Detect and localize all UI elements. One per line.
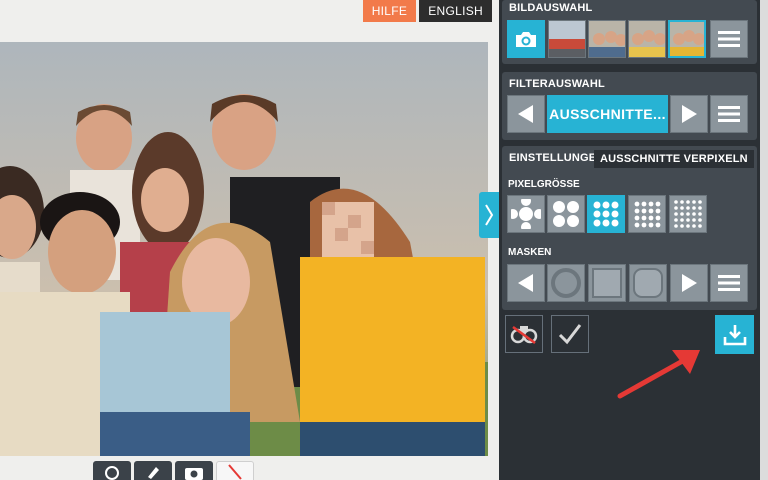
camera-upload-button[interactable] [507,20,545,58]
pencil-icon [148,467,159,479]
camera-tool-button[interactable] [175,461,213,480]
filter-prev-button[interactable] [507,95,545,133]
mask-next-button[interactable] [670,264,708,302]
collapse-panel-tab[interactable] [479,192,499,238]
bottom-toolbar [93,461,254,480]
pixel-size-option-2[interactable] [547,195,585,233]
rotate-tool-button[interactable] [93,461,131,480]
image-thumb-4[interactable] [668,20,706,58]
hamburger-icon [718,31,740,47]
camera-icon [516,32,536,47]
triangle-right-icon [682,274,697,292]
pixel-size-title: PIXELGRÖSSE [508,179,580,190]
rotate-icon [105,466,119,480]
triangle-left-icon [518,105,533,123]
mask-square-button[interactable] [588,264,626,302]
canvas-area: HILFE ENGLISH [0,0,500,480]
clear-tool-button[interactable] [216,461,254,480]
dot-grid-icon [674,200,702,228]
top-buttons: HILFE ENGLISH [362,0,492,22]
triangle-right-icon [682,105,697,123]
mask-prev-button[interactable] [507,264,545,302]
checkmark-icon [558,324,582,345]
edit-tool-button[interactable] [134,461,172,480]
filter-current-button[interactable]: AUSSCHNITTE... [547,95,668,133]
help-button[interactable]: HILFE [362,0,417,22]
annotation-arrow [617,350,700,399]
dot-grid-icon [553,201,579,227]
camera-icon [185,468,203,480]
pixel-size-option-5[interactable] [669,195,707,233]
filter-selection-title: FILTERAUSWAHL [509,78,605,90]
image-menu-button[interactable] [710,20,748,58]
remove-button[interactable] [505,315,543,353]
image-thumb-3[interactable] [628,20,666,58]
settings-mode-badge: AUSSCHNITTE VERPIXELN [594,150,754,168]
scrollbar[interactable] [760,0,768,480]
square-mask-icon [592,268,622,298]
image-selection-title: BILDAUSWAHL [509,2,593,14]
pixel-size-option-1[interactable] [507,195,545,233]
filter-next-button[interactable] [670,95,708,133]
chevron-right-icon [485,204,494,226]
language-button[interactable]: ENGLISH [419,0,492,22]
slash-icon [228,464,242,480]
apply-button[interactable] [551,315,589,353]
pixel-size-option-3[interactable] [587,195,625,233]
dot-grid-icon [593,201,619,227]
photo-preview[interactable] [0,42,488,456]
download-icon [723,324,746,345]
rounded-mask-icon [633,268,663,298]
circle-mask-icon [551,268,581,298]
hamburger-icon [718,106,740,122]
masks-title: MASKEN [508,247,552,258]
triangle-left-icon [518,274,533,292]
download-button[interactable] [715,315,754,354]
mask-rounded-button[interactable] [629,264,667,302]
dot-grid-icon [511,199,541,229]
mask-menu-button[interactable] [710,264,748,302]
mask-circle-button[interactable] [547,264,585,302]
eraser-icon [510,325,538,345]
image-thumb-2[interactable] [588,20,626,58]
hamburger-icon [718,275,740,291]
filter-menu-button[interactable] [710,95,748,133]
dot-grid-icon [634,201,661,228]
pixel-size-option-4[interactable] [628,195,666,233]
image-thumb-1[interactable] [548,20,586,58]
